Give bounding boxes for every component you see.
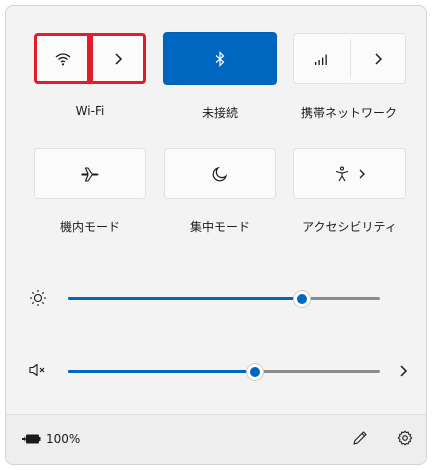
moon-icon xyxy=(212,166,228,182)
bluetooth-toggle-button[interactable] xyxy=(163,32,277,85)
battery-icon[interactable] xyxy=(21,433,41,445)
sun-icon xyxy=(29,289,47,307)
footer-bar: 100% xyxy=(6,414,426,464)
cellular-label: 携帯ネットワーク xyxy=(300,106,397,120)
battery-percentage: 100% xyxy=(46,432,81,446)
focus-mode-label: 集中モード xyxy=(189,220,250,234)
speaker-muted-icon[interactable] xyxy=(29,363,47,377)
brightness-slider[interactable] xyxy=(68,289,380,308)
chevron-right-icon xyxy=(373,52,383,66)
wifi-toggle-button[interactable] xyxy=(34,33,90,84)
wifi-icon xyxy=(54,52,72,66)
pencil-icon[interactable] xyxy=(352,430,368,446)
airplane-mode-label: 機内モード xyxy=(59,220,120,234)
brightness-slider-fill xyxy=(68,297,302,300)
focus-mode-button[interactable] xyxy=(164,148,276,199)
airplane-icon xyxy=(81,166,99,182)
cellular-toggle-button[interactable] xyxy=(293,33,350,84)
volume-slider-fill xyxy=(68,370,256,373)
volume-slider[interactable] xyxy=(68,362,380,381)
accessibility-icon xyxy=(334,166,350,182)
wifi-expand-button[interactable] xyxy=(90,33,146,84)
quick-settings-panel: Wi-Fi 未接続 携帯ネットワーク 機内モード 集中モード アクセシビリティ … xyxy=(5,5,427,465)
cellular-expand-button[interactable] xyxy=(351,33,406,84)
volume-slider-thumb[interactable] xyxy=(246,362,265,381)
bluetooth-label: 未接続 xyxy=(201,106,238,120)
airplane-mode-button[interactable] xyxy=(34,148,146,199)
cellular-signal-icon xyxy=(314,53,330,65)
chevron-right-icon[interactable] xyxy=(398,364,408,378)
accessibility-label: アクセシビリティ xyxy=(302,220,397,234)
wifi-label: Wi-Fi xyxy=(75,104,105,118)
chevron-right-icon xyxy=(358,168,366,180)
bluetooth-icon xyxy=(215,50,225,67)
chevron-right-icon xyxy=(113,52,123,66)
accessibility-button[interactable] xyxy=(293,148,406,199)
gear-icon[interactable] xyxy=(397,430,413,446)
brightness-slider-thumb[interactable] xyxy=(293,289,311,308)
